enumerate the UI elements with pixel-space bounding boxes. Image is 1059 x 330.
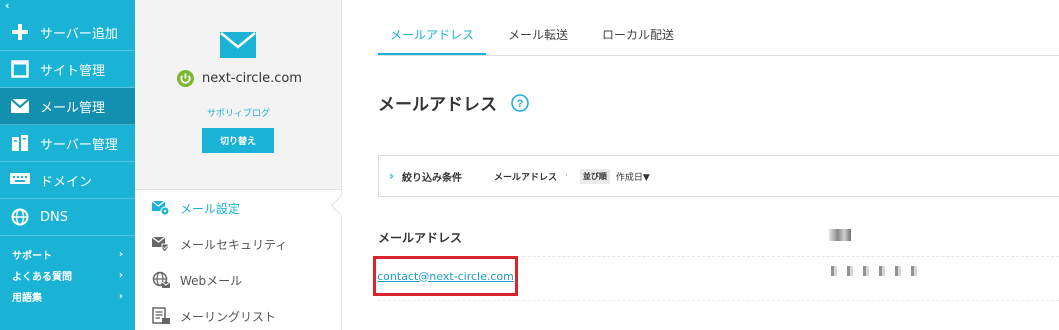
row-divider: [378, 300, 1059, 301]
nav-link-label: サポート: [12, 251, 52, 262]
nav-link-label: 用語集: [12, 293, 42, 304]
nav-link-support[interactable]: サポート ›: [0, 244, 135, 265]
tab-mail-address[interactable]: メールアドレス: [378, 18, 487, 56]
tab-local-delivery[interactable]: ローカル配送: [590, 18, 686, 56]
page-title: メールアドレス ?: [378, 90, 529, 115]
help-icon[interactable]: ?: [511, 93, 529, 112]
domain-row: next-circle.com: [177, 70, 302, 87]
menu-item-webmail[interactable]: Webメール: [135, 262, 341, 298]
chevron-right-icon: ›: [118, 291, 123, 302]
menu-item-mailing-list[interactable]: メーリングリスト: [135, 298, 341, 330]
tab-divider: [378, 55, 1059, 56]
nav-item-server[interactable]: サーバー管理: [0, 125, 135, 162]
window-icon: [10, 59, 30, 79]
nav-item-site[interactable]: サイト管理: [0, 51, 135, 88]
nav-link-label: よくある質問: [12, 272, 72, 283]
site-name-link[interactable]: サポリィブログ: [135, 106, 342, 119]
sort-chip: 並び順: [579, 168, 610, 184]
switch-button[interactable]: 切り替え: [202, 128, 274, 153]
server-icon: [10, 133, 30, 153]
nav-item-label: メール管理: [40, 100, 106, 116]
nav-item-label: DNS: [40, 209, 68, 225]
mail-shield-icon: [152, 235, 170, 253]
menu-item-label: メールセキュリティ: [180, 237, 288, 252]
nav-item-label: サイト管理: [40, 63, 106, 79]
page-title-text: メールアドレス: [378, 95, 497, 115]
plus-icon: [10, 22, 30, 42]
chevron-right-icon: ›: [118, 249, 123, 260]
redacted-value: [825, 266, 920, 276]
globe-mail-icon: [152, 271, 170, 289]
column-header-email: メールアドレス: [378, 231, 463, 245]
mail-settings-icon: [152, 199, 170, 217]
nav-item-label: サーバー追加: [40, 26, 118, 42]
chevron-right-icon: ›: [118, 270, 123, 281]
menu-item-mail-security[interactable]: メールセキュリティ: [135, 226, 341, 262]
globe-icon: [10, 207, 30, 227]
domain-panel: next-circle.com サポリィブログ 切り替え メール設定 メールセキ…: [135, 0, 353, 330]
keyboard-icon: [10, 170, 30, 190]
menu-item-label: メーリングリスト: [180, 309, 277, 324]
svg-text:?: ?: [517, 98, 524, 110]
nav-collapse-button[interactable]: ‹: [0, 0, 135, 14]
nav-link-glossary[interactable]: 用語集 ›: [0, 286, 135, 307]
nav-item-domain[interactable]: ドメイン: [0, 162, 135, 199]
email-link[interactable]: contact@next-circle.com: [377, 270, 514, 283]
nav-item-label: ドメイン: [40, 174, 93, 190]
mail-icon: [10, 96, 30, 116]
menu-item-label: メール設定: [180, 201, 241, 216]
tab-bar: メールアドレス メール転送 ローカル配送: [378, 18, 696, 56]
redacted-column-header: [829, 229, 851, 241]
filter-separator: ·: [564, 171, 568, 181]
left-nav: ‹ サーバー追加 サイト管理 メール管理 サーバー管理 ドメイン DNS サポー…: [0, 0, 135, 330]
sort-value[interactable]: 作成日▼: [616, 170, 650, 183]
nav-item-add-server[interactable]: サーバー追加: [0, 14, 135, 51]
menu-item-label: Webメール: [180, 273, 243, 288]
nav-item-mail[interactable]: メール管理: [0, 88, 135, 125]
menu-item-mail-settings[interactable]: メール設定: [135, 190, 341, 226]
main-content: メールアドレス メール転送 ローカル配送 メールアドレス ? › 絞り込み条件 …: [342, 0, 1059, 330]
filter-field: メールアドレス: [493, 172, 557, 183]
tab-mail-forward[interactable]: メール転送: [496, 18, 580, 56]
nav-item-label: サーバー管理: [40, 137, 118, 153]
nav-item-dns[interactable]: DNS: [0, 199, 135, 236]
domain-name: next-circle.com: [202, 71, 302, 86]
nav-link-faq[interactable]: よくある質問 ›: [0, 265, 135, 286]
highlight-box: contact@next-circle.com: [373, 256, 518, 296]
power-icon: [177, 70, 194, 87]
filter-label: 絞り込み条件: [401, 172, 462, 184]
mail-icon: [220, 32, 256, 58]
filter-bar[interactable]: › 絞り込み条件 メールアドレス · 並び順 作成日▼: [378, 155, 1059, 197]
chevron-right-icon[interactable]: ›: [389, 169, 394, 183]
domain-header: next-circle.com サポリィブログ 切り替え: [135, 0, 341, 190]
nav-sub-links: サポート › よくある質問 › 用語集 ›: [0, 236, 135, 307]
list-icon: [152, 307, 170, 325]
